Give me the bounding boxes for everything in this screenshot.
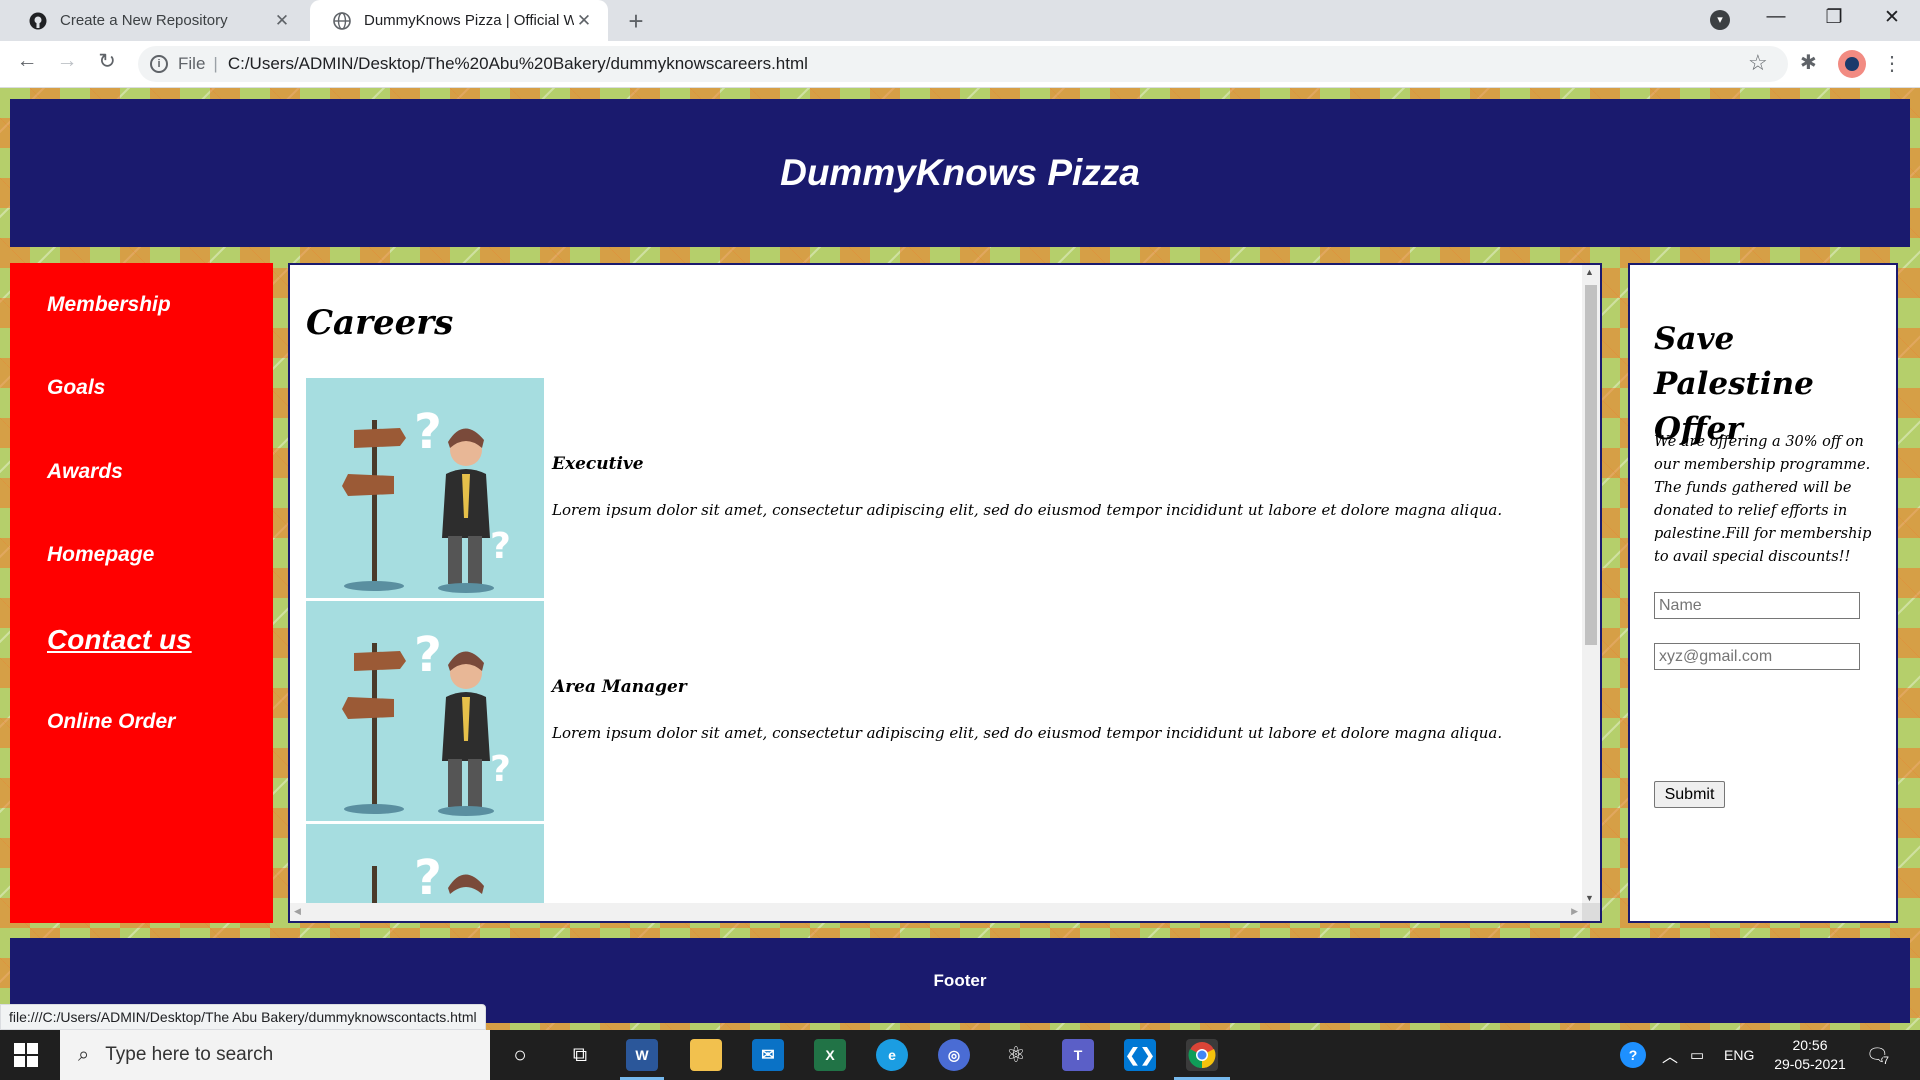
extensions-puzzle-icon[interactable]: ✱	[1800, 50, 1817, 75]
careers-panel[interactable]: Careers ? ? Executive Lorem ipsum dolor …	[288, 263, 1602, 923]
menu-kebab-icon[interactable]: ⋮	[1882, 51, 1902, 76]
clock-time: 20:56	[1792, 1037, 1828, 1053]
task-view-icon[interactable]: ⧉	[564, 1039, 596, 1071]
webpage-viewport: DummyKnows Pizza Membership Goals Awards…	[0, 88, 1920, 1030]
email-input[interactable]	[1654, 643, 1860, 670]
github-icon	[28, 11, 48, 31]
taskbar-search-box[interactable]: ⌕ Type here to search	[60, 1030, 490, 1080]
profile-avatar[interactable]	[1838, 50, 1866, 78]
offer-text: We are offering a 30% off on our members…	[1654, 434, 1872, 565]
footer-text: Footer	[933, 970, 987, 990]
mail-icon[interactable]: ✉	[752, 1039, 784, 1071]
job-listing: ? ? Executive Lorem ipsum dolor sit amet…	[306, 378, 1576, 598]
bookmark-star-icon[interactable]: ☆	[1748, 50, 1768, 76]
back-icon[interactable]: ←	[12, 49, 42, 73]
file-explorer-icon[interactable]	[690, 1039, 722, 1071]
nav-link-homepage[interactable]: Homepage	[47, 543, 154, 567]
svg-text:?: ?	[414, 850, 442, 905]
careers-heading: Careers	[306, 303, 454, 343]
vertical-scrollbar[interactable]: ▲ ▼	[1582, 265, 1600, 905]
name-input[interactable]	[1654, 592, 1860, 619]
reload-icon[interactable]: ↻	[92, 49, 122, 74]
clock-date: 29-05-2021	[1774, 1056, 1846, 1072]
word-icon[interactable]: W	[626, 1039, 658, 1071]
scrollbar-thumb[interactable]	[1585, 285, 1597, 645]
browser-toolbar: ← → ↻ i File | C:/Users/ADMIN/Desktop/Th…	[0, 41, 1920, 88]
close-icon[interactable]: ✕	[574, 11, 594, 31]
nav-link-awards[interactable]: Awards	[47, 460, 123, 484]
site-title: DummyKnows Pizza	[780, 152, 1140, 193]
window-close-button[interactable]: ✕	[1872, 6, 1912, 29]
nav-link-membership[interactable]: Membership	[47, 293, 171, 317]
language-indicator[interactable]: ENG	[1724, 1030, 1754, 1080]
cortana-icon[interactable]: ○	[504, 1039, 536, 1071]
scroll-down-arrow-icon[interactable]: ▼	[1585, 893, 1594, 903]
chrome-icon[interactable]	[1186, 1039, 1218, 1071]
careers-scroll-area: Careers ? ? Executive Lorem ipsum dolor …	[290, 265, 1582, 905]
job-title: Area Manager	[552, 677, 687, 697]
vscode-icon[interactable]: ❮❯	[1124, 1039, 1156, 1071]
job-description: Lorem ipsum dolor sit amet, consectetur …	[552, 724, 1503, 742]
scroll-right-arrow-icon[interactable]: ▶	[1571, 906, 1578, 917]
svg-text:?: ?	[414, 404, 442, 460]
system-clock[interactable]: 20:56 29-05-2021	[1770, 1036, 1850, 1074]
tab-title: Create a New Repository	[60, 12, 228, 29]
atom-icon[interactable]: ⚛	[1000, 1039, 1032, 1071]
notification-count: 7	[1882, 1055, 1889, 1067]
info-icon[interactable]: i	[150, 55, 168, 73]
job-listing: ? ? Area Manager Lorem ipsum dolor sit a…	[306, 601, 1576, 821]
globe-icon	[332, 11, 352, 31]
horizontal-scrollbar[interactable]: ◀ ▶	[290, 903, 1582, 921]
minimize-button[interactable]: —	[1756, 6, 1796, 28]
nav-link-contact-us[interactable]: Contact us	[47, 624, 192, 656]
job-description: Lorem ipsum dolor sit amet, consectetur …	[552, 501, 1503, 519]
tab-github[interactable]: Create a New Repository ✕	[6, 0, 306, 41]
close-icon[interactable]: ✕	[272, 11, 292, 31]
scrollbar-corner	[1582, 903, 1600, 921]
maximize-button[interactable]: ❐	[1814, 6, 1854, 29]
url-separator: |	[213, 54, 218, 73]
svg-text:?: ?	[490, 526, 511, 567]
offer-panel: Save Palestine Offer We are offering a 3…	[1628, 263, 1898, 923]
job-illustration: ? ?	[306, 378, 544, 598]
scroll-up-arrow-icon[interactable]: ▲	[1585, 267, 1594, 277]
tab-search-icon[interactable]: ▾	[1710, 10, 1730, 30]
excel-icon[interactable]: X	[814, 1039, 846, 1071]
tab-title: DummyKnows Pizza | Official Website	[364, 12, 574, 29]
svg-text:?: ?	[414, 627, 442, 683]
edge-icon[interactable]: e	[876, 1039, 908, 1071]
windows-start-icon[interactable]	[14, 1043, 38, 1067]
teams-icon[interactable]: T	[1062, 1039, 1094, 1071]
job-listing: ?	[306, 824, 1576, 905]
notifications-icon[interactable]: 🗨 7	[1866, 1030, 1889, 1080]
new-tab-button[interactable]: +	[620, 6, 652, 37]
forward-icon[interactable]: →	[52, 49, 82, 73]
job-illustration: ? ?	[306, 601, 544, 821]
tray-chevron-up-icon[interactable]: ︿	[1662, 1030, 1678, 1080]
nav-link-online-order[interactable]: Online Order	[47, 710, 175, 734]
url-scheme: File	[178, 54, 206, 73]
link-status-bubble: file:///C:/Users/ADMIN/Desktop/The Abu B…	[0, 1004, 486, 1030]
submit-button[interactable]: Submit	[1654, 781, 1725, 808]
svg-text:?: ?	[490, 749, 511, 790]
address-bar[interactable]: i File | C:/Users/ADMIN/Desktop/The%20Ab…	[138, 46, 1788, 82]
url-text: C:/Users/ADMIN/Desktop/The%20Abu%20Baker…	[227, 54, 808, 73]
search-icon: ⌕	[78, 1043, 90, 1066]
nav-link-goals[interactable]: Goals	[47, 376, 105, 400]
job-title: Executive	[552, 454, 644, 474]
chromium-icon[interactable]: ◎	[938, 1039, 970, 1071]
job-illustration: ?	[306, 824, 544, 905]
taskbar-search-placeholder: Type here to search	[105, 1044, 274, 1065]
scroll-left-arrow-icon[interactable]: ◀	[294, 906, 301, 917]
windows-taskbar: ⌕ Type here to search ○ ⧉ W ✉ X e ◎ ⚛ T …	[0, 1030, 1920, 1080]
battery-icon[interactable]: ▭	[1690, 1030, 1704, 1080]
tab-dummyknows[interactable]: DummyKnows Pizza | Official Website ✕	[310, 0, 608, 41]
help-icon[interactable]: ?	[1620, 1030, 1646, 1080]
browser-tab-strip: Create a New Repository ✕ DummyKnows Piz…	[0, 0, 1920, 41]
side-navigation: Membership Goals Awards Homepage Contact…	[10, 263, 273, 923]
site-header: DummyKnows Pizza	[10, 99, 1910, 247]
